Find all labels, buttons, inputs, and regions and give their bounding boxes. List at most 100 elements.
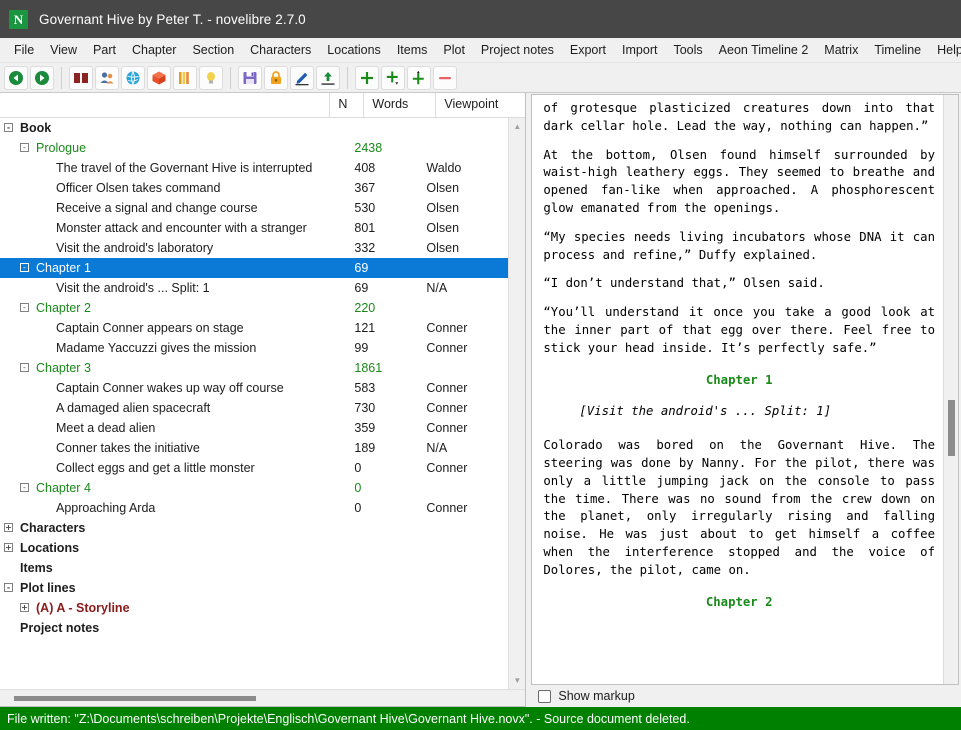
tree-row-title: Approaching Arda <box>56 501 156 515</box>
tree-row-label: Conner takes the initiative <box>0 441 312 455</box>
toolbar-add-child-button[interactable] <box>355 65 379 90</box>
tree-row[interactable]: - Plot lines <box>0 578 508 598</box>
tree-row-label: Approaching Arda <box>0 501 312 515</box>
tree-title-column-header[interactable] <box>0 93 329 117</box>
tree-row[interactable]: Captain Conner appears on stage 121 Conner <box>0 318 508 338</box>
tree-row[interactable]: Visit the android's ... Split: 1 69 N/A <box>0 278 508 298</box>
menu-help[interactable]: Help <box>929 41 961 59</box>
toolbar-plot-lines-button[interactable] <box>173 65 197 90</box>
tree-row-label: - Prologue <box>0 141 312 155</box>
tree-row-title: Monster attack and encounter with a stra… <box>56 221 307 235</box>
menu-part[interactable]: Part <box>85 41 124 59</box>
edit-pencil-icon <box>294 70 310 86</box>
editor-vertical-scrollbar[interactable] <box>943 95 958 684</box>
tree-row[interactable]: - Book <box>0 118 508 138</box>
toolbar-items-box-button[interactable] <box>147 65 171 90</box>
toolbar-add-sibling-button[interactable] <box>381 65 405 90</box>
toolbar-back-arrow-button[interactable] <box>4 65 28 90</box>
scroll-down-arrow-icon[interactable]: ▼ <box>509 672 526 689</box>
scroll-up-arrow-icon[interactable]: ▲ <box>509 118 526 135</box>
tree-row[interactable]: - Chapter 1 69 <box>0 258 509 278</box>
menu-file[interactable]: File <box>6 41 42 59</box>
col-n-header[interactable]: N <box>329 93 363 117</box>
collapse-toggle-icon[interactable]: - <box>20 363 29 373</box>
toolbar-forward-arrow-button[interactable] <box>30 65 54 90</box>
collapse-toggle-icon[interactable]: - <box>20 143 29 153</box>
toolbar-lock-button[interactable] <box>264 65 288 90</box>
expand-toggle-icon[interactable]: + <box>20 603 29 613</box>
expand-toggle-icon[interactable]: + <box>4 543 13 553</box>
editor-paragraph: “You’ll understand it once you take a go… <box>543 305 935 355</box>
collapse-toggle-icon[interactable]: - <box>20 483 29 493</box>
tree-row[interactable]: + Characters <box>0 518 508 538</box>
collapse-toggle-icon[interactable]: - <box>4 123 13 133</box>
show-markup-row[interactable]: Show markup <box>531 685 959 707</box>
tree-row[interactable]: Project notes <box>0 618 508 638</box>
tree-row-label: Captain Conner wakes up way off course <box>0 381 312 395</box>
tree-row[interactable]: Collect eggs and get a little monster 0 Co… <box>0 458 508 478</box>
tree-row-label: - Chapter 3 <box>0 361 312 375</box>
app-logo-icon: N <box>9 9 28 29</box>
tree-cell-words: 801 <box>354 221 376 235</box>
collapse-toggle-icon[interactable]: - <box>20 263 29 273</box>
menu-import[interactable]: Import <box>614 41 665 59</box>
status-bar: File written: "Z:\Documents\schreiben\Pr… <box>0 707 961 730</box>
menu-items[interactable]: Items <box>389 41 436 59</box>
toolbar-save-button[interactable] <box>238 65 262 90</box>
text-editor[interactable]: of grotesque plasticized creatures down … <box>532 95 943 684</box>
tree-cell-viewpoint: Olsen <box>426 241 460 255</box>
menu-tools[interactable]: Tools <box>665 41 710 59</box>
show-markup-checkbox[interactable] <box>538 689 552 703</box>
menu-chapter[interactable]: Chapter <box>124 41 184 59</box>
menu-plot[interactable]: Plot <box>435 41 473 59</box>
editor-vscroll-thumb[interactable] <box>948 400 955 456</box>
menu-export[interactable]: Export <box>562 41 614 59</box>
tree-row-label: Items <box>0 561 312 575</box>
tree-row[interactable]: - Chapter 2 220 <box>0 298 508 318</box>
toolbar-add-parent-button[interactable] <box>407 65 431 90</box>
tree-row[interactable]: Visit the android's laboratory 332 Olsen <box>0 238 508 258</box>
tree-row[interactable]: Officer Olsen takes command 367 Olsen <box>0 178 508 198</box>
toolbar-characters-button[interactable] <box>95 65 119 90</box>
toolbar-project-notes-bulb-button[interactable] <box>199 65 223 90</box>
tree-vertical-scrollbar[interactable]: ▲ ▼ <box>508 118 526 689</box>
menu-timeline[interactable]: Timeline <box>866 41 929 59</box>
toolbar-remove-button[interactable] <box>433 65 457 90</box>
tree-row[interactable]: Conner takes the initiative 189 N/A <box>0 438 508 458</box>
tree-row[interactable]: Meet a dead alien 359 Conner <box>0 418 508 438</box>
tree-row[interactable]: + Locations <box>0 538 508 558</box>
menu-view[interactable]: View <box>42 41 85 59</box>
tree-row[interactable]: - Chapter 3 1861 <box>0 358 508 378</box>
tree-row[interactable]: Approaching Arda 0 Conner <box>0 498 508 518</box>
toolbar-book-button[interactable] <box>69 65 93 90</box>
tree-row[interactable]: Monster attack and encounter with a stra… <box>0 218 508 238</box>
collapse-toggle-icon[interactable]: - <box>20 303 29 313</box>
editor-paragraph: of grotesque plasticized creatures down … <box>543 101 935 133</box>
tree-hscroll-thumb[interactable] <box>14 696 256 701</box>
tree-row[interactable]: Madame Yaccuzzi gives the mission 99 Conne… <box>0 338 508 358</box>
tree-row[interactable]: - Prologue 2438 <box>0 138 508 158</box>
menu-aeon-timeline-2[interactable]: Aeon Timeline 2 <box>711 41 817 59</box>
toolbar-edit-pencil-button[interactable] <box>290 65 314 90</box>
menu-matrix[interactable]: Matrix <box>816 41 866 59</box>
tree-horizontal-scrollbar[interactable] <box>0 689 526 706</box>
toolbar-locations-globe-button[interactable] <box>121 65 145 90</box>
col-words-header[interactable]: Words <box>363 93 435 117</box>
tree-row[interactable]: Captain Conner wakes up way off course 58… <box>0 378 508 398</box>
col-viewpoint-header[interactable]: Viewpoint <box>435 93 525 117</box>
tree-row[interactable]: A damaged alien spacecraft 730 Conner <box>0 398 508 418</box>
tree-row[interactable]: Receive a signal and change course 530 Ols… <box>0 198 508 218</box>
tree-row[interactable]: Items <box>0 558 508 578</box>
tree-cell-viewpoint: Conner <box>426 341 468 355</box>
menu-project-notes[interactable]: Project notes <box>473 41 562 59</box>
tree-row[interactable]: - Chapter 4 0 <box>0 478 508 498</box>
collapse-toggle-icon[interactable]: - <box>4 583 13 593</box>
menu-locations[interactable]: Locations <box>319 41 389 59</box>
menu-characters[interactable]: Characters <box>242 41 319 59</box>
menu-section[interactable]: Section <box>184 41 242 59</box>
expand-toggle-icon[interactable]: + <box>4 523 13 533</box>
tree-row[interactable]: + (A) A - Storyline <box>0 598 508 618</box>
tree-row-title: Receive a signal and change course <box>56 201 258 215</box>
toolbar-export-up-button[interactable] <box>316 65 340 90</box>
tree-row[interactable]: The travel of the Governant Hive is inte… <box>0 158 508 178</box>
